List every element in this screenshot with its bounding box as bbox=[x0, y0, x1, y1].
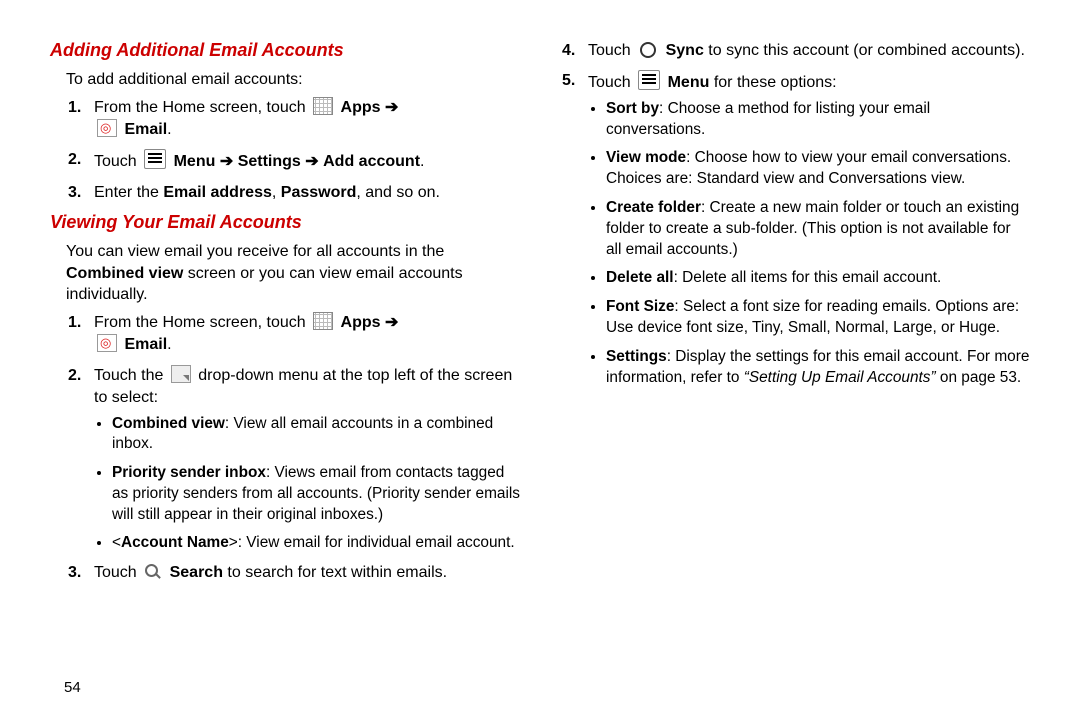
text: You can view email you receive for all a… bbox=[66, 243, 444, 260]
sync-icon bbox=[638, 41, 658, 59]
text: , and so on. bbox=[356, 184, 440, 201]
sync-label: Sync bbox=[666, 42, 704, 59]
addaccount-label: Add account bbox=[323, 153, 420, 170]
text: to sync this account (or combined accoun… bbox=[708, 42, 1025, 59]
intro-adding: To add additional email accounts: bbox=[66, 69, 520, 91]
bold: Font Size bbox=[606, 298, 674, 315]
heading-viewing: Viewing Your Email Accounts bbox=[50, 212, 520, 233]
text: Enter the bbox=[94, 184, 163, 201]
apps-icon bbox=[313, 97, 333, 115]
email-icon bbox=[97, 119, 117, 137]
steps-adding: From the Home screen, touch Apps ➔ Email… bbox=[66, 97, 520, 205]
option-account: <Account Name>: View email for individua… bbox=[112, 533, 520, 554]
v-step-3: Touch Search to search for text within e… bbox=[94, 562, 520, 584]
bold: Email address bbox=[163, 184, 272, 201]
arrow-icon: ➔ bbox=[305, 153, 318, 170]
menu-icon bbox=[638, 70, 660, 90]
arrow-icon: ➔ bbox=[220, 153, 233, 170]
email-label: Email bbox=[124, 336, 167, 353]
settings-label: Settings bbox=[238, 153, 301, 170]
page-number: 54 bbox=[64, 679, 81, 696]
apps-icon bbox=[313, 312, 333, 330]
search-label: Search bbox=[170, 564, 223, 581]
left-column: Adding Additional Email Accounts To add … bbox=[50, 40, 520, 720]
v-step-1: From the Home screen, touch Apps ➔ Email… bbox=[94, 312, 520, 357]
bold: Settings bbox=[606, 348, 667, 365]
bold: Password bbox=[281, 184, 357, 201]
step-2: Touch Menu ➔ Settings ➔ Add account. bbox=[94, 149, 520, 173]
opt-fontsize: Font Size: Select a font size for readin… bbox=[606, 297, 1030, 339]
step-1: From the Home screen, touch Apps ➔ Email… bbox=[94, 97, 520, 142]
text: From the Home screen, touch bbox=[94, 99, 310, 116]
email-label: Email bbox=[124, 121, 167, 138]
bold: Sort by bbox=[606, 100, 659, 117]
v-step-2: Touch the drop-down menu at the top left… bbox=[94, 365, 520, 555]
opt-sortby: Sort by: Choose a method for listing you… bbox=[606, 99, 1030, 141]
bold: Delete all bbox=[606, 269, 674, 286]
opt-deleteall: Delete all: Delete all items for this em… bbox=[606, 268, 1030, 289]
text: , bbox=[272, 184, 281, 201]
text: >: View email for individual email accou… bbox=[229, 534, 515, 551]
bold: Combined view bbox=[66, 265, 183, 282]
opt-settings: Settings: Display the settings for this … bbox=[606, 347, 1030, 389]
email-icon bbox=[97, 334, 117, 352]
search-icon bbox=[144, 563, 162, 581]
option-combined: Combined view: View all email accounts i… bbox=[112, 414, 520, 456]
text: Touch bbox=[94, 153, 141, 170]
menu-icon bbox=[144, 149, 166, 169]
text: < bbox=[112, 534, 121, 551]
bold: Account Name bbox=[121, 534, 229, 551]
arrow-icon: ➔ bbox=[385, 99, 398, 116]
text: to search for text within emails. bbox=[227, 564, 447, 581]
r-step-4: Touch Sync to sync this account (or comb… bbox=[588, 40, 1030, 62]
bold: View mode bbox=[606, 149, 686, 166]
text: Touch bbox=[588, 42, 635, 59]
apps-label: Apps bbox=[341, 314, 381, 331]
opt-createfolder: Create folder: Create a new main folder … bbox=[606, 198, 1030, 260]
text: for these options: bbox=[714, 74, 837, 91]
text: Touch the bbox=[94, 367, 168, 384]
dropdown-icon bbox=[171, 365, 191, 383]
r-step-5: Touch Menu for these options: Sort by: C… bbox=[588, 70, 1030, 388]
text: : Delete all items for this email accoun… bbox=[674, 269, 942, 286]
step-3: Enter the Email address, Password, and s… bbox=[94, 182, 520, 204]
bold: Create folder bbox=[606, 199, 701, 216]
arrow-icon: ➔ bbox=[385, 314, 398, 331]
bold: Combined view bbox=[112, 415, 225, 432]
menu-label: Menu bbox=[174, 153, 216, 170]
manual-page: Adding Additional Email Accounts To add … bbox=[0, 0, 1080, 720]
xref: “Setting Up Email Accounts” bbox=[744, 369, 936, 386]
text: Touch bbox=[588, 74, 635, 91]
text: on page 53. bbox=[936, 369, 1022, 386]
menu-options: Sort by: Choose a method for listing you… bbox=[588, 99, 1030, 389]
steps-viewing: From the Home screen, touch Apps ➔ Email… bbox=[66, 312, 520, 585]
menu-label: Menu bbox=[668, 74, 710, 91]
heading-adding: Adding Additional Email Accounts bbox=[50, 40, 520, 61]
apps-label: Apps bbox=[341, 99, 381, 116]
option-priority: Priority sender inbox: Views email from … bbox=[112, 463, 520, 525]
view-options: Combined view: View all email accounts i… bbox=[94, 414, 520, 555]
text: From the Home screen, touch bbox=[94, 314, 310, 331]
right-column: Touch Sync to sync this account (or comb… bbox=[560, 40, 1030, 720]
intro-viewing: You can view email you receive for all a… bbox=[66, 241, 520, 306]
opt-viewmode: View mode: Choose how to view your email… bbox=[606, 148, 1030, 190]
bold: Priority sender inbox bbox=[112, 464, 266, 481]
steps-right: Touch Sync to sync this account (or comb… bbox=[560, 40, 1030, 388]
text: Touch bbox=[94, 564, 141, 581]
